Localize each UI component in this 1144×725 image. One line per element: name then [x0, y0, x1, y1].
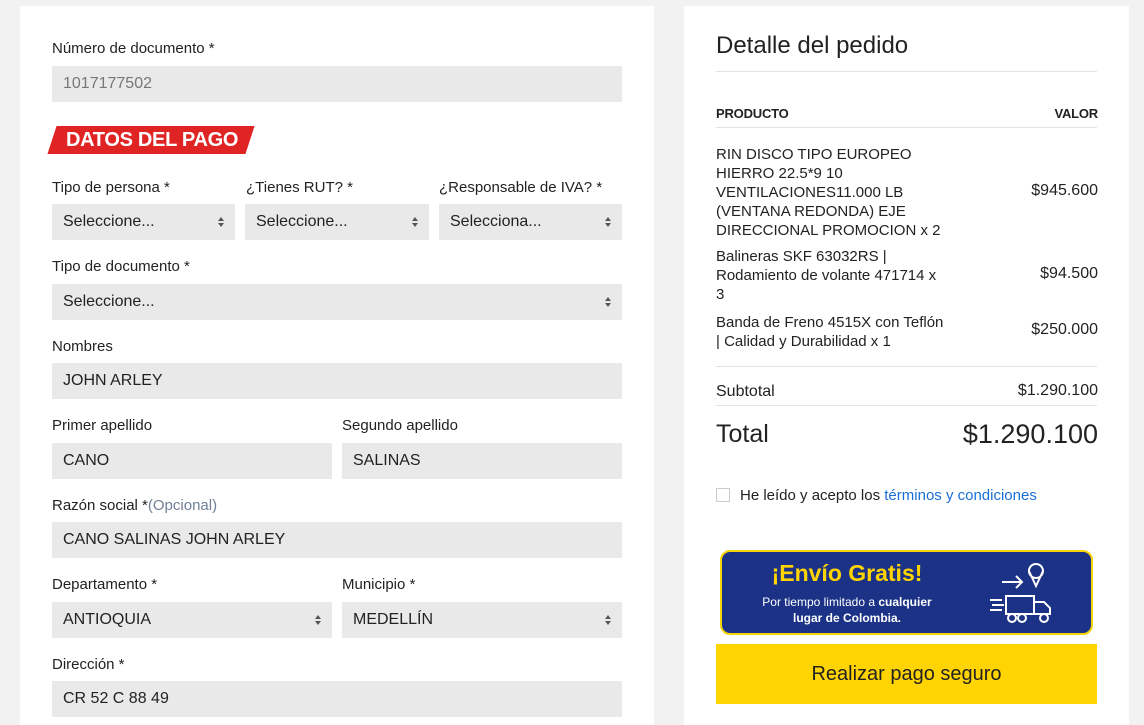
- divider: [716, 71, 1097, 72]
- total-label: Total: [716, 420, 769, 448]
- promo-line2: lugar de Colombia.: [792, 611, 901, 625]
- select-arrows-icon: [605, 297, 611, 307]
- responsable-iva-value: Selecciona...: [450, 213, 542, 230]
- tipo-persona-label: Tipo de persona *: [52, 179, 170, 196]
- product-name: Banda de Freno 4515X con Teflón | Calida…: [716, 314, 944, 350]
- subtotal-value: $1.290.100: [1017, 382, 1098, 399]
- divider: [716, 127, 1097, 128]
- section-title: DATOS DEL PAGO: [66, 129, 239, 151]
- optional-tag: (Opcional): [147, 497, 218, 514]
- razon-social-value: CANO SALINAS JOHN ARLEY: [63, 531, 286, 548]
- col-product-header: PRODUCTO: [716, 106, 789, 121]
- doc-number-field: 1017177502: [52, 66, 622, 102]
- direccion-input[interactable]: CR 52 C 88 49: [52, 681, 622, 717]
- total-value: $1.290.100: [962, 419, 1098, 449]
- promo-line1b: cualquier: [878, 595, 932, 609]
- promo-text: Por tiempo limitado a cualquier lugar de…: [722, 594, 972, 626]
- terms-link[interactable]: términos y condiciones: [884, 487, 1037, 504]
- responsable-iva-label: ¿Responsable de IVA? *: [439, 179, 603, 196]
- segundo-apellido-label: Segundo apellido: [342, 417, 458, 434]
- product-price: $250.000: [1031, 321, 1098, 338]
- segundo-apellido-input[interactable]: SALINAS: [342, 443, 622, 479]
- direccion-value: CR 52 C 88 49: [63, 690, 169, 707]
- segundo-apellido-value: SALINAS: [353, 452, 421, 469]
- delivery-truck-icon: [990, 563, 1051, 623]
- product-name: Balineras SKF 63032RS | Rodamiento de vo…: [716, 248, 937, 303]
- nombres-value: JOHN ARLEY: [63, 372, 163, 389]
- razon-social-label-text: Razón social *: [52, 497, 148, 514]
- terms-text: He leído y acepto los términos y condici…: [740, 487, 1037, 504]
- product-price: $945.600: [1031, 182, 1098, 199]
- free-shipping-banner: ¡Envío Gratis! Por tiempo limitado a cua…: [720, 550, 1093, 635]
- municipio-select[interactable]: MEDELLÍN: [342, 602, 622, 638]
- pay-button[interactable]: Realizar pago seguro: [716, 644, 1097, 704]
- terms-prefix: He leído y acepto los: [740, 487, 885, 504]
- billing-form-panel: Número de documento * 1017177502 DATOS D…: [20, 6, 654, 725]
- divider: [716, 405, 1097, 406]
- doc-number-value: 1017177502: [63, 75, 152, 92]
- nombres-input[interactable]: JOHN ARLEY: [52, 363, 622, 399]
- razon-social-label: Razón social *(Opcional): [52, 497, 217, 514]
- primer-apellido-label: Primer apellido: [52, 417, 153, 434]
- tipo-persona-select[interactable]: Seleccione...: [52, 204, 235, 240]
- municipio-label: Municipio *: [342, 576, 416, 593]
- tipo-documento-select[interactable]: Seleccione...: [52, 284, 622, 320]
- col-value-header: VALOR: [1054, 106, 1098, 121]
- nombres-label: Nombres: [52, 338, 113, 355]
- order-summary-panel: Detalle del pedido PRODUCTO VALOR RIN DI…: [684, 6, 1129, 725]
- direccion-label: Dirección *: [52, 656, 125, 673]
- primer-apellido-input[interactable]: CANO: [52, 443, 332, 479]
- tienes-rut-select[interactable]: Seleccione...: [245, 204, 429, 240]
- razon-social-input[interactable]: CANO SALINAS JOHN ARLEY: [52, 522, 622, 558]
- select-arrows-icon: [315, 615, 321, 625]
- subtotal-label: Subtotal: [716, 383, 775, 400]
- terms-checkbox[interactable]: [716, 488, 730, 502]
- municipio-value: MEDELLÍN: [353, 611, 434, 628]
- tipo-persona-value: Seleccione...: [63, 213, 155, 230]
- select-arrows-icon: [412, 217, 418, 227]
- responsable-iva-select[interactable]: Selecciona...: [439, 204, 622, 240]
- product-name: RIN DISCO TIPO EUROPEO HIERRO 22.5*9 10 …: [716, 146, 941, 239]
- tipo-documento-label: Tipo de documento *: [52, 258, 190, 275]
- tipo-documento-value: Seleccione...: [63, 293, 155, 310]
- departamento-label: Departamento *: [52, 576, 158, 593]
- promo-title: ¡Envío Gratis!: [771, 560, 923, 586]
- promo-line1a: Por tiempo limitado a: [762, 595, 879, 609]
- select-arrows-icon: [605, 615, 611, 625]
- select-arrows-icon: [218, 217, 224, 227]
- doc-number-label: Número de documento *: [52, 40, 215, 57]
- departamento-value: ANTIOQUIA: [63, 611, 152, 628]
- product-price: $94.500: [1040, 265, 1098, 282]
- order-title: Detalle del pedido: [716, 32, 909, 59]
- departamento-select[interactable]: ANTIOQUIA: [52, 602, 332, 638]
- tienes-rut-value: Seleccione...: [256, 213, 348, 230]
- primer-apellido-value: CANO: [63, 452, 110, 469]
- select-arrows-icon: [605, 217, 611, 227]
- tienes-rut-label: ¿Tienes RUT? *: [246, 179, 353, 196]
- divider: [716, 366, 1097, 367]
